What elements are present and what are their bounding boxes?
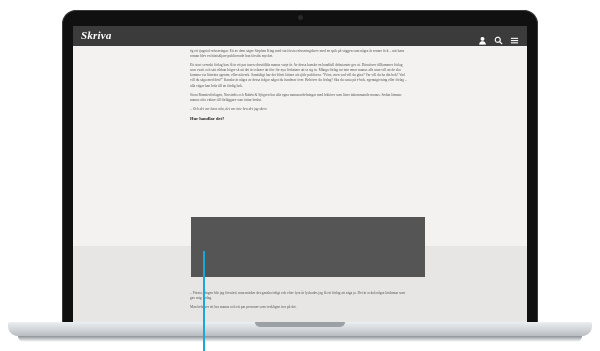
article-paragraph: Ett stort svenskt förlag kan få in ett p… (190, 63, 407, 88)
article-paragraph: ég ett tjugotal refuseringar. Ett av dem… (190, 49, 405, 59)
laptop-notch (255, 322, 345, 327)
article-paragraph: Stora Bonnierförlagen, Norstedts och Rab… (190, 92, 402, 102)
laptop-screen: Skriva ég ett tjugotal refuseringar. Ett… (73, 26, 527, 332)
callout-pointer-line (203, 251, 205, 351)
camera-icon (298, 15, 303, 20)
article-quote: – Och det var bara nån, det var inte bra… (190, 106, 268, 111)
header-actions (478, 32, 519, 45)
laptop-bezel: Skriva ég ett tjugotal refuseringar. Ett… (62, 10, 538, 332)
laptop-shadow (18, 336, 582, 342)
article-body-continued: – Första gången blir jag förstörd, man m… (190, 291, 408, 314)
article-subhead: Hur handlar det? (190, 115, 225, 121)
site-logo[interactable]: Skriva (81, 30, 112, 42)
menu-icon[interactable] (510, 32, 519, 43)
article-body: ég ett tjugotal refuseringar. Ett av dem… (190, 49, 408, 125)
search-icon[interactable] (494, 32, 503, 45)
article-paragraph: – Första gången blir jag förstörd, man m… (190, 291, 406, 301)
article-paragraph: Man behöver ett bra manus och ett par pe… (190, 305, 297, 310)
user-icon[interactable] (478, 32, 487, 45)
ad-placeholder[interactable] (191, 217, 425, 277)
site-header: Skriva (73, 26, 527, 46)
laptop-base (8, 322, 592, 336)
